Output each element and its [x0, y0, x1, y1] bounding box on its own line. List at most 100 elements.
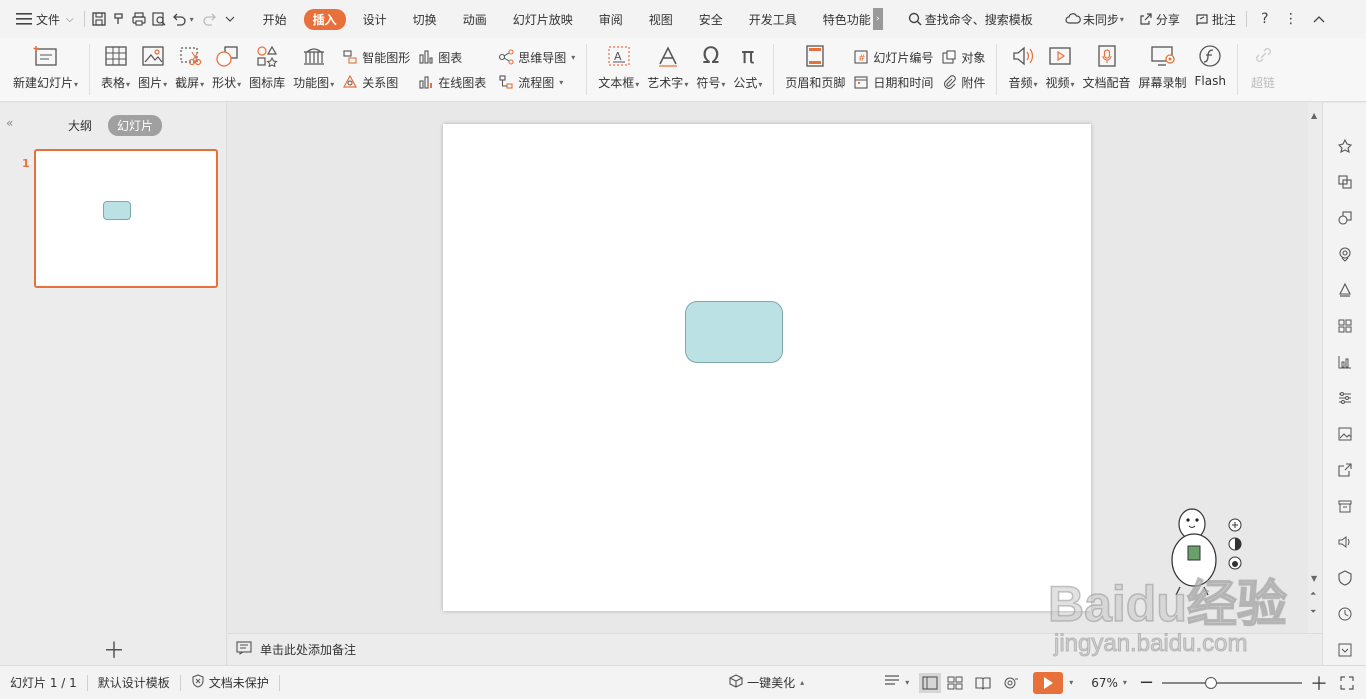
zoom-slider[interactable]: [1162, 676, 1302, 689]
scroll-up-icon[interactable]: ▲: [1311, 111, 1317, 120]
flowchart-button[interactable]: 流程图 ▾: [498, 74, 575, 91]
tab-slides[interactable]: 幻灯片: [108, 115, 163, 136]
notes-bar[interactable]: 单击此处添加备注: [228, 633, 1322, 665]
print-icon[interactable]: [129, 9, 149, 29]
play-slideshow-button[interactable]: [1033, 671, 1064, 694]
tab-transition[interactable]: 切换: [400, 0, 450, 38]
reading-view-icon[interactable]: [969, 673, 997, 693]
mindmap-button[interactable]: 思维导图 ▾: [498, 49, 575, 66]
screen-record-button[interactable]: 屏幕录制: [1135, 38, 1191, 101]
smart-shape-button[interactable]: 智能图形: [342, 49, 410, 66]
symbol-button[interactable]: Ω 符号▾: [692, 38, 729, 101]
tab-view[interactable]: 视图: [636, 0, 686, 38]
play-dropdown-icon[interactable]: ▾: [1069, 678, 1073, 687]
tab-home[interactable]: 开始: [250, 0, 300, 38]
quick-access-dropdown-icon[interactable]: [220, 9, 240, 29]
print-preview-icon[interactable]: [149, 9, 169, 29]
sync-button[interactable]: 未同步 ▾: [1057, 0, 1130, 38]
zoom-in-button[interactable]: ＋: [1302, 670, 1336, 696]
slide-sorter-icon[interactable]: [941, 673, 969, 693]
date-time-button[interactable]: 日期和时间: [853, 74, 933, 91]
tab-design[interactable]: 设计: [350, 0, 400, 38]
archive-icon[interactable]: [1336, 497, 1354, 515]
object-button[interactable]: 对象: [941, 49, 985, 66]
image-panel-icon[interactable]: [1336, 425, 1354, 443]
export-icon[interactable]: [1336, 461, 1354, 479]
wordart-button[interactable]: 艺术字▾: [643, 38, 692, 101]
save-icon[interactable]: [89, 9, 109, 29]
textbox-button[interactable]: A 文本框▾: [594, 38, 643, 101]
audio-button[interactable]: 音频▾: [1004, 38, 1041, 101]
tab-insert[interactable]: 插入: [300, 0, 350, 38]
video-button[interactable]: 视频▾: [1041, 38, 1078, 101]
shape-button[interactable]: 形状▾: [208, 38, 245, 101]
zoom-level[interactable]: 67% ▾: [1087, 676, 1131, 690]
pin-icon[interactable]: [1336, 137, 1354, 155]
location-icon[interactable]: [1336, 245, 1354, 263]
layout-grid-icon[interactable]: [1336, 317, 1354, 335]
history-icon[interactable]: [1336, 605, 1354, 623]
tab-slideshow[interactable]: 幻灯片放映: [500, 0, 586, 38]
tab-review[interactable]: 审阅: [586, 0, 636, 38]
comment-button[interactable]: 批注: [1186, 0, 1242, 38]
collapse-ribbon-icon[interactable]: [1309, 9, 1329, 29]
tab-security[interactable]: 安全: [686, 0, 736, 38]
chart-panel-icon[interactable]: [1336, 353, 1354, 371]
add-slide-icon[interactable]: ＋: [103, 633, 125, 665]
copy-style-icon[interactable]: [1336, 173, 1354, 191]
hyperlink-button[interactable]: 超链: [1245, 38, 1281, 101]
scroll-down-icon[interactable]: ▼: [1311, 574, 1317, 583]
notes-toggle[interactable]: ▾: [874, 675, 919, 690]
icon-library-button[interactable]: 图标库: [245, 38, 289, 101]
zoom-slider-handle[interactable]: [1205, 676, 1217, 689]
screenshot-button[interactable]: 截屏▾: [171, 38, 208, 101]
design-template[interactable]: 默认设计模板: [88, 674, 180, 691]
undo-icon[interactable]: [169, 9, 189, 29]
more-icon[interactable]: ⋮: [1281, 9, 1301, 29]
tab-outline[interactable]: 大纲: [68, 117, 92, 134]
undo-dropdown-icon[interactable]: ▾: [190, 15, 194, 24]
more-tools-icon[interactable]: [1336, 641, 1354, 659]
tab-animation[interactable]: 动画: [450, 0, 500, 38]
slide-number-button[interactable]: # 幻灯片编号: [853, 49, 933, 66]
attachment-button[interactable]: 附件: [941, 74, 985, 91]
function-chart-button[interactable]: 功能图▾: [289, 38, 338, 101]
zoom-out-button[interactable]: −: [1131, 672, 1162, 693]
share-button[interactable]: 分享: [1130, 0, 1186, 38]
presenter-view-icon[interactable]: [997, 673, 1025, 693]
tab-scroll-right-button[interactable]: ›: [872, 8, 883, 30]
command-search[interactable]: 查找命令、搜索模板: [899, 0, 1039, 38]
sound-icon[interactable]: [1336, 533, 1354, 551]
redo-icon[interactable]: [200, 9, 220, 29]
table-button[interactable]: 表格▾: [97, 38, 134, 101]
previous-slide-icon[interactable]: ⏶: [1310, 589, 1316, 599]
doc-voice-button[interactable]: 文档配音: [1079, 38, 1135, 101]
fill-icon[interactable]: [1336, 281, 1354, 299]
header-footer-button[interactable]: 页眉和页脚: [781, 38, 849, 101]
tab-special[interactable]: 特色功能: [810, 0, 873, 38]
relation-chart-button[interactable]: 关系图: [342, 74, 410, 91]
format-painter-icon[interactable]: [109, 9, 129, 29]
flash-button[interactable]: Flash: [1191, 38, 1230, 101]
chart-button[interactable]: 图表: [418, 49, 486, 66]
document-protection[interactable]: 文档未保护: [181, 674, 279, 691]
normal-view-icon[interactable]: [919, 672, 942, 693]
one-click-beautify[interactable]: 一键美化 ▴: [719, 674, 814, 691]
file-menu[interactable]: 文件 ⌵: [0, 0, 80, 38]
next-slide-icon[interactable]: ⏷: [1310, 607, 1316, 617]
vertical-scrollbar[interactable]: ▲ ▼ ⏶ ⏷: [1308, 103, 1322, 633]
fit-window-icon[interactable]: [1336, 675, 1366, 690]
help-icon[interactable]: ?: [1255, 9, 1275, 29]
collapse-panel-icon[interactable]: «: [6, 116, 13, 130]
tab-developer[interactable]: 开发工具: [736, 0, 810, 38]
online-chart-button[interactable]: 在线图表: [418, 74, 486, 91]
slide-thumbnail[interactable]: [34, 149, 218, 288]
new-slide-button[interactable]: 新建幻灯片▾: [3, 38, 82, 101]
adjust-icon[interactable]: [1336, 389, 1354, 407]
shapes-panel-icon[interactable]: [1336, 209, 1354, 227]
slide-canvas[interactable]: [443, 124, 1091, 611]
rounded-rectangle-shape[interactable]: [685, 301, 783, 363]
picture-button[interactable]: 图片▾: [134, 38, 171, 101]
formula-button[interactable]: π 公式▾: [729, 38, 766, 101]
security-shield-icon[interactable]: [1336, 569, 1354, 587]
